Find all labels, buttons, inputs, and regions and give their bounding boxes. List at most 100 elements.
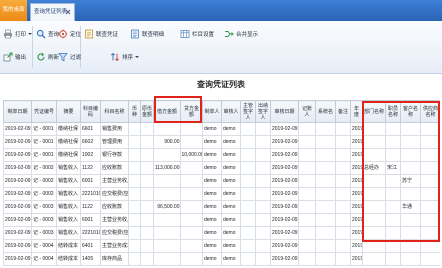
- column-header-audit-date[interactable]: 审核日期: [270, 100, 299, 123]
- sort-button[interactable]: 排序: [110, 50, 140, 64]
- column-header-debit[interactable]: 借方金额: [153, 100, 181, 123]
- export-label: 输出: [15, 55, 27, 61]
- cell-supplier: [420, 161, 440, 175]
- linked-detail-button[interactable]: 联查明细: [130, 27, 164, 41]
- toolbar: 打印 查询 定位 联查凭证 联查明细 栏目设置 合并显示 输出 刷新 过滤 排序: [0, 21, 442, 74]
- column-header-orig-amount[interactable]: 原币金额: [140, 100, 154, 123]
- cell-system: [315, 161, 336, 175]
- cell-bookkeeper: [298, 239, 316, 253]
- cell-system: [315, 174, 336, 188]
- cell-credit: [180, 213, 203, 227]
- table-row[interactable]: 2019-02-09 记 - 0001 缴纳社保 1002 银行存款 10,000.00 d…: [3, 148, 440, 162]
- column-header-bookkeeper[interactable]: 记账人: [298, 100, 316, 123]
- cell-account-code: 1405: [80, 252, 101, 266]
- cell-audit-date: 2019-02-09: [270, 122, 299, 136]
- table-row[interactable]: 2019-02-09 记 - 0003 销售收入 1122 应收账款 96,500.00 d…: [3, 200, 440, 214]
- cell-supervisor: [240, 252, 256, 266]
- cell-employee: [385, 122, 401, 136]
- cell-summary: 缴纳社保: [56, 148, 81, 162]
- table-row[interactable]: 2019-02-09 记 - 0002 销售收入 1122 应收账款 113,000.00…: [3, 161, 440, 175]
- cell-account-code: 6401: [80, 239, 101, 253]
- cell-audit-date: 2019-02-09: [270, 161, 299, 175]
- cell-supervisor: [240, 239, 256, 253]
- column-header-supplier[interactable]: 供应商名称: [420, 100, 440, 123]
- column-header-department[interactable]: 部门名称: [362, 100, 386, 123]
- cell-credit: [180, 174, 203, 188]
- cell-date: 2019-02-09: [3, 239, 32, 253]
- column-header-account-code[interactable]: 科目编码: [80, 100, 101, 123]
- column-header-year[interactable]: 年度: [350, 100, 363, 123]
- column-settings-button[interactable]: 栏目设置: [180, 27, 214, 41]
- cell-date: 2019-02-09: [3, 135, 32, 149]
- table-row[interactable]: 2019-02-09记 - 0003销售收入22210102应交税费/应交增值税…: [3, 226, 440, 240]
- cell-preparer: demo: [202, 148, 222, 162]
- cell-auditor: demo: [221, 135, 241, 149]
- cell-year: 2019: [350, 122, 363, 136]
- column-header-system[interactable]: 系统名: [315, 100, 336, 123]
- tab-bar: 我的桌面 查询凭证列表: [0, 0, 442, 21]
- cell-supplier: [420, 213, 440, 227]
- cell-cashier: [255, 252, 271, 266]
- cell-department: [362, 252, 386, 266]
- table-row[interactable]: 2019-02-09 记 - 0001 缴纳社保 6601 销售费用 demo demo 20…: [3, 122, 440, 136]
- cell-account-name: 应收账款: [100, 200, 129, 214]
- tab-my-desktop[interactable]: 我的桌面: [0, 0, 27, 21]
- cell-bookkeeper: [298, 122, 316, 136]
- filter-button[interactable]: 过滤: [58, 50, 81, 64]
- cell-department: 总经办: [362, 161, 386, 175]
- search-icon: [36, 29, 46, 39]
- cell-currency: [128, 213, 141, 227]
- cell-bookkeeper: [298, 226, 316, 240]
- cell-voucher-no: 记 - 0002: [31, 174, 57, 188]
- cell-account-code: 6602: [80, 135, 101, 149]
- column-header-cashier[interactable]: 出纳签字人: [255, 100, 271, 123]
- cell-system: [315, 213, 336, 227]
- cell-orig-amount: [140, 187, 154, 201]
- cell-supervisor: [240, 213, 256, 227]
- column-header-remark[interactable]: 备注: [335, 100, 351, 123]
- column-header-voucher-no[interactable]: 凭证编号: [31, 100, 57, 123]
- cell-preparer: demo: [202, 252, 222, 266]
- merge-display-button[interactable]: 合并显示: [224, 27, 258, 41]
- column-header-preparer[interactable]: 制单人: [202, 100, 222, 123]
- cell-date: 2019-02-09: [3, 226, 32, 240]
- column-header-currency[interactable]: 币种: [128, 100, 141, 123]
- cell-bookkeeper: [298, 252, 316, 266]
- print-button[interactable]: 打印: [3, 27, 33, 41]
- chevron-down-icon[interactable]: [135, 56, 140, 58]
- linked-voucher-label: 联查凭证: [96, 32, 119, 38]
- linked-voucher-button[interactable]: 联查凭证: [84, 27, 118, 41]
- cell-supplier: [420, 200, 440, 214]
- table-row[interactable]: 2019-02-09记 - 0004结转成本6401主营业务成本demodemo…: [3, 239, 440, 253]
- column-header-summary[interactable]: 摘要: [56, 100, 81, 123]
- cell-audit-date: 2019-02-09: [270, 174, 299, 188]
- cell-cashier: [255, 122, 271, 136]
- refresh-button[interactable]: 刷新: [36, 50, 59, 64]
- column-header-account-name[interactable]: 科目名称: [100, 100, 129, 123]
- close-icon[interactable]: [65, 9, 71, 15]
- cell-debit: [153, 148, 181, 162]
- column-header-employee[interactable]: 职员名称: [385, 100, 401, 123]
- column-header-date[interactable]: 制单日期: [3, 100, 32, 123]
- column-header-auditor[interactable]: 审核人: [221, 100, 241, 123]
- table-row[interactable]: 2019-02-09 记 - 0004 结转成本 1405 库存商品 demo demo 20…: [3, 252, 440, 266]
- tab-voucher-query[interactable]: 查询凭证列表: [30, 3, 75, 21]
- table-row[interactable]: 2019-02-09记 - 0002销售收入22210102应交税费/应交增值税…: [3, 187, 440, 201]
- cell-account-name: 主营业务收入: [100, 174, 129, 188]
- cell-year: 2019: [350, 200, 363, 214]
- voucher-table: 制单日期 凭证编号 摘要 科目编码 科目名称 币种 原币金额 借方金额 贷方金额 制单人 审核人 主管…: [3, 100, 440, 266]
- export-button[interactable]: 输出: [3, 50, 26, 64]
- locate-button[interactable]: 定位: [58, 27, 81, 41]
- query-button[interactable]: 查询: [36, 27, 59, 41]
- cell-preparer: demo: [202, 213, 222, 227]
- cell-voucher-no: 记 - 0004: [31, 239, 57, 253]
- column-header-customer[interactable]: 客户名称: [400, 100, 421, 123]
- column-header-supervisor[interactable]: 主管签字人: [240, 100, 256, 123]
- column-header-credit[interactable]: 贷方金额: [180, 100, 203, 123]
- chevron-down-icon[interactable]: [28, 33, 33, 35]
- table-row[interactable]: 2019-02-09 记 - 0001 缴纳社保 6602 管理费用 900.00 demo…: [3, 135, 440, 149]
- table-row[interactable]: 2019-02-09记 - 0002销售收入6001主营业务收入demodemo…: [3, 174, 440, 188]
- table-row[interactable]: 2019-02-09记 - 0003销售收入6001主营业务收入demodemo…: [3, 213, 440, 227]
- cell-orig-amount: [140, 252, 154, 266]
- cell-account-name: 销售费用: [100, 122, 129, 136]
